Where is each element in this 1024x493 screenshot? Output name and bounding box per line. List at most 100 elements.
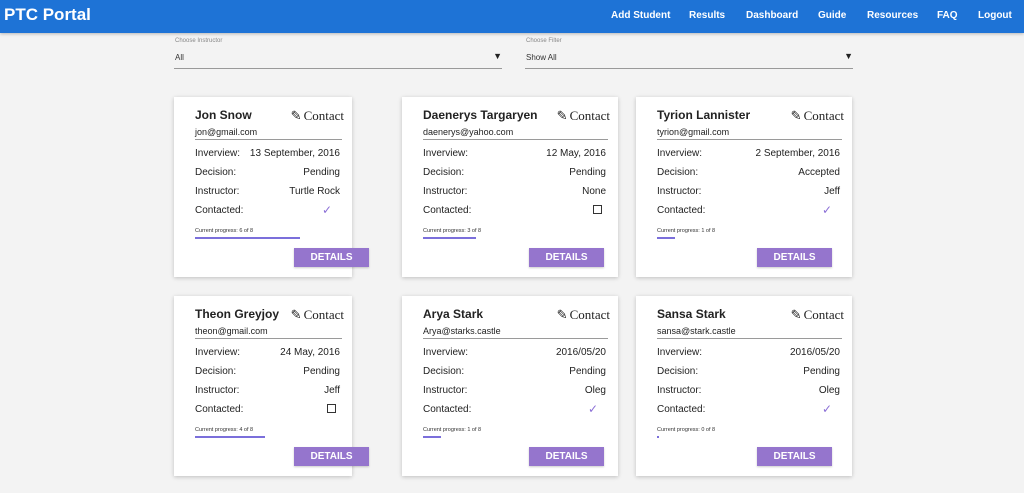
- nav-results[interactable]: Results: [689, 10, 725, 21]
- contact-button[interactable]: ✎ Contact: [557, 108, 610, 124]
- instructor-select-underline: [174, 68, 502, 69]
- edit-icon: ✎: [556, 307, 568, 322]
- filter-select[interactable]: Choose Filter Show All ▼: [525, 38, 853, 70]
- instructor-label: Instructor:: [423, 186, 468, 197]
- interview-value: 12 May, 2016: [546, 148, 606, 159]
- decision-label: Decision:: [657, 366, 699, 377]
- instructor-label: Instructor:: [657, 186, 702, 197]
- contact-label: Contact: [303, 108, 344, 123]
- instructor-row: Instructor: Jeff: [657, 186, 840, 198]
- caret-down-icon: ▼: [493, 51, 502, 61]
- instructor-row: Instructor: Oleg: [657, 385, 840, 397]
- checkbox-icon[interactable]: [593, 205, 602, 214]
- top-navbar: PTC Portal Add Student Results Dashboard…: [0, 0, 1024, 33]
- checkmark-icon[interactable]: ✓: [822, 402, 832, 416]
- contact-button[interactable]: ✎ Contact: [291, 307, 344, 323]
- contacted-row: Contacted:: [195, 404, 340, 416]
- decision-row: Decision: Pending: [657, 366, 840, 378]
- decision-label: Decision:: [657, 167, 699, 178]
- contacted-label: Contacted:: [423, 404, 472, 415]
- instructor-row: Instructor: None: [423, 186, 606, 198]
- checkmark-icon[interactable]: ✓: [822, 203, 832, 217]
- progress-text: Current progress: 1 of 8: [657, 228, 716, 234]
- divider: [195, 139, 342, 140]
- divider: [423, 139, 608, 140]
- instructor-row: Instructor: Oleg: [423, 385, 606, 397]
- details-button[interactable]: DETAILS: [529, 447, 604, 466]
- contact-label: Contact: [803, 108, 844, 123]
- interview-row: Inverview: 12 May, 2016: [423, 148, 606, 160]
- instructor-label: Instructor:: [423, 385, 468, 396]
- checkmark-icon[interactable]: ✓: [322, 203, 332, 217]
- checkbox-icon[interactable]: [327, 404, 336, 413]
- divider: [657, 139, 842, 140]
- details-button[interactable]: DETAILS: [757, 248, 832, 267]
- student-card: Sansa Stark ✎ Contact sansa@stark.castle Inv…: [636, 296, 852, 476]
- instructor-value: Jeff: [824, 186, 840, 197]
- progress-bar: [195, 436, 265, 438]
- interview-label: Inverview:: [423, 347, 469, 358]
- contact-button[interactable]: ✎ Contact: [291, 108, 344, 124]
- interview-value: 24 May, 2016: [280, 347, 340, 358]
- instructor-value: Jeff: [324, 385, 340, 396]
- progress-text: Current progress: 1 of 8: [423, 427, 482, 433]
- details-button[interactable]: DETAILS: [294, 248, 369, 267]
- decision-row: Decision: Accepted: [657, 167, 840, 179]
- app-title[interactable]: PTC Portal: [4, 5, 91, 25]
- nav-add-student[interactable]: Add Student: [611, 10, 670, 21]
- progress-text: Current progress: 0 of 8: [657, 427, 716, 433]
- interview-label: Inverview:: [657, 148, 703, 159]
- contacted-label: Contacted:: [657, 404, 706, 415]
- edit-icon: ✎: [790, 108, 802, 123]
- instructor-select[interactable]: Choose Instructor All ▼: [174, 38, 502, 70]
- interview-row: Inverview: 2 September, 2016: [657, 148, 840, 160]
- student-card: Daenerys Targaryen ✎ Contact daenerys@yahoo…: [402, 97, 618, 277]
- progress-bar: [423, 237, 476, 239]
- contact-button[interactable]: ✎ Contact: [791, 108, 844, 124]
- progress-text: Current progress: 6 of 8: [195, 228, 254, 234]
- divider: [423, 338, 608, 339]
- nav-faq[interactable]: FAQ: [937, 10, 958, 21]
- contact-label: Contact: [303, 307, 344, 322]
- interview-value: 2016/05/20: [789, 347, 840, 358]
- contact-label: Contact: [569, 108, 610, 123]
- contact-button[interactable]: ✎ Contact: [791, 307, 844, 323]
- filter-select-value: Show All: [526, 53, 557, 62]
- interview-label: Inverview:: [195, 347, 241, 358]
- instructor-label: Instructor:: [657, 385, 702, 396]
- interview-value: 2016/05/20: [555, 347, 606, 358]
- student-card: Theon Greyjoy ✎ Contact theon@gmail.com Inve…: [174, 296, 369, 476]
- contacted-label: Contacted:: [195, 404, 244, 415]
- contacted-row: Contacted:: [423, 205, 606, 217]
- nav-resources[interactable]: Resources: [867, 10, 918, 21]
- student-email: theon@gmail.com: [195, 326, 268, 336]
- student-name: Daenerys Targaryen: [423, 108, 538, 122]
- edit-icon: ✎: [290, 307, 302, 322]
- student-name: Tyrion Lannister: [657, 108, 751, 122]
- contacted-label: Contacted:: [657, 205, 706, 216]
- details-button[interactable]: DETAILS: [757, 447, 832, 466]
- details-button[interactable]: DETAILS: [294, 447, 369, 466]
- nav-dashboard[interactable]: Dashboard: [746, 10, 798, 21]
- divider: [195, 338, 342, 339]
- student-name: Jon Snow: [195, 108, 252, 122]
- decision-label: Decision:: [195, 167, 237, 178]
- student-email: tyrion@gmail.com: [657, 127, 730, 137]
- checkmark-icon[interactable]: ✓: [588, 402, 598, 416]
- progress-bar: [423, 436, 441, 438]
- student-email: sansa@stark.castle: [657, 326, 736, 336]
- decision-row: Decision: Pending: [423, 366, 606, 378]
- details-button[interactable]: DETAILS: [529, 248, 604, 267]
- nav-logout[interactable]: Logout: [978, 10, 1012, 21]
- decision-label: Decision:: [423, 167, 465, 178]
- progress-text: Current progress: 3 of 8: [423, 228, 482, 234]
- student-email: Arya@starks.castle: [423, 326, 501, 336]
- instructor-label: Instructor:: [195, 186, 240, 197]
- nav-guide[interactable]: Guide: [818, 10, 846, 21]
- student-card: Jon Snow ✎ Contact jon@gmail.com Inverview: 1…: [174, 97, 369, 277]
- decision-row: Decision: Pending: [195, 366, 340, 378]
- interview-value: 13 September, 2016: [249, 148, 340, 159]
- instructor-value: Turtle Rock: [289, 186, 340, 197]
- contact-button[interactable]: ✎ Contact: [557, 307, 610, 323]
- instructor-value: Oleg: [818, 385, 840, 396]
